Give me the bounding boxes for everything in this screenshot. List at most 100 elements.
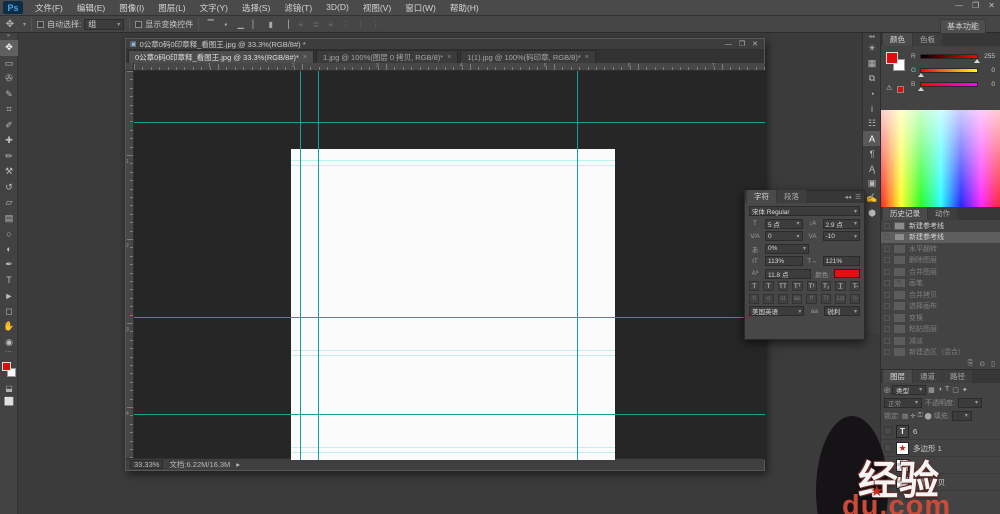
delete-state-icon[interactable]: ▯ (991, 360, 995, 368)
layer-thumbnail[interactable]: ★ (896, 442, 909, 455)
lock-icon[interactable]: ▨ (902, 412, 908, 420)
layer-name[interactable]: 6 (913, 427, 917, 436)
menu-文件(F)[interactable]: 文件(F) (28, 2, 70, 14)
history-brush-tool[interactable]: ↺ (0, 180, 18, 196)
char-style-button-Tᵀ[interactable]: Tᵀ (792, 281, 802, 291)
history-source-checkbox[interactable] (884, 269, 890, 275)
foreground-background-swatches[interactable] (0, 360, 18, 382)
web-safe-cube-swatch[interactable] (897, 86, 904, 93)
distribute-vertical-centers-icon[interactable]: ≣ (309, 18, 322, 30)
leading-field[interactable]: 2.9 点▾ (823, 219, 861, 229)
lock-icon[interactable]: ✛ (910, 412, 915, 420)
history-source-checkbox[interactable] (884, 326, 890, 332)
auto-select-checkbox[interactable] (37, 21, 44, 28)
char-style-button-TT[interactable]: TT (778, 281, 788, 291)
opentype-button-fi[interactable]: fi (749, 294, 759, 304)
channel-value[interactable]: 0 (981, 81, 995, 88)
healing-brush-tool[interactable]: ✚ (0, 133, 18, 149)
distribute-top-edges-icon[interactable]: ≡ (294, 18, 307, 30)
menu-图像(I)[interactable]: 图像(I) (112, 2, 151, 14)
show-transform-checkbox[interactable] (135, 21, 142, 28)
foreground-color-swatch[interactable] (2, 362, 11, 371)
align-right-edges-icon[interactable]: ▕ (279, 18, 292, 30)
dodge-tool[interactable]: ◐ (0, 242, 18, 258)
brush-tool[interactable]: ✏ (0, 149, 18, 165)
history-state-6[interactable]: 合并拷贝 (881, 289, 1000, 301)
channel-value[interactable]: 0 (981, 67, 995, 74)
tool-preset-caret-icon[interactable]: ▾ (23, 21, 26, 28)
layer-name[interactable]: 多边形 1 (913, 443, 942, 454)
quick-selection-tool[interactable]: ✎ (0, 87, 18, 103)
distribute-horizontal-centers-icon[interactable]: ⁞ (354, 18, 367, 30)
slider-track[interactable] (920, 82, 978, 87)
new-snapshot-icon[interactable]: ⊙ (979, 360, 985, 368)
horizontal-scale-field[interactable]: 121% (823, 256, 861, 266)
menu-编辑(E)[interactable]: 编辑(E) (70, 2, 112, 14)
eyedropper-tool[interactable]: ✐ (0, 118, 18, 134)
type-tool[interactable]: T (0, 273, 18, 289)
slider-thumb[interactable] (974, 59, 980, 63)
tracking-field[interactable]: -10▾ (823, 231, 861, 241)
history-state-7[interactable]: 选择画布 (881, 301, 1000, 313)
tab-段落[interactable]: 段落 (777, 190, 806, 203)
blend-mode-dropdown[interactable]: 正常▾ (884, 398, 922, 408)
font-family-dropdown[interactable]: 宋体 Regular▾ (749, 206, 860, 216)
char-style-button-T[interactable]: T (749, 281, 759, 291)
tab-图层[interactable]: 图层 (883, 370, 912, 383)
layer-row-0[interactable]: T6 (881, 423, 1000, 440)
3d-panel-icon[interactable]: ⬢ (863, 206, 881, 221)
crop-tool[interactable]: ⌗ (0, 102, 18, 118)
zoom-tool[interactable]: ◉ (0, 335, 18, 351)
character-panel-icon[interactable]: A (863, 131, 881, 146)
layer-thumbnail[interactable] (896, 459, 909, 472)
filter-type-icon[interactable]: ▢ (952, 386, 959, 394)
color-spectrum-ramp[interactable] (881, 110, 1000, 207)
menu-图层(L)[interactable]: 图层(L) (151, 2, 192, 14)
layer-row-1[interactable]: ★ 多边形 1 (881, 440, 1000, 457)
history-state-11[interactable]: 新建选区（混合） (881, 347, 1000, 359)
opentype-button-ff[interactable]: ff (806, 294, 816, 304)
menu-滤镜(T)[interactable]: 滤镜(T) (277, 2, 319, 14)
blur-tool[interactable]: ○ (0, 226, 18, 242)
char-style-button-T̶[interactable]: T̶ (850, 281, 860, 291)
properties-panel-icon[interactable]: ☷ (863, 116, 881, 131)
path-selection-tool[interactable]: ► (0, 288, 18, 304)
canvas-area[interactable] (134, 71, 765, 460)
history-source-checkbox[interactable] (884, 223, 890, 229)
color-slider-G[interactable]: G0 (911, 64, 999, 77)
horizontal-ruler[interactable]: 1234567 (134, 63, 765, 71)
antialias-dropdown[interactable]: 锐利▾ (824, 306, 860, 316)
kerning-field[interactable]: 0▾ (765, 231, 803, 241)
layer-search-icon[interactable]: ◎ (884, 386, 890, 394)
align-horizontal-centers-icon[interactable]: ▮ (264, 18, 277, 30)
layer-visibility-toggle[interactable] (884, 444, 892, 452)
char-style-button-T̲[interactable]: T̲ (835, 281, 845, 291)
close-icon[interactable]: ✕ (988, 1, 995, 10)
menu-视图(V)[interactable]: 视图(V) (356, 2, 398, 14)
tab-通道[interactable]: 通道 (913, 370, 942, 383)
document-title-bar[interactable]: ▣ 0公章0码0印章释_看图王.jpg @ 33.3%(RGB/8#) * —❐… (126, 39, 764, 50)
history-source-checkbox[interactable] (884, 349, 890, 355)
workspace-switcher[interactable]: 基本功能 (940, 19, 986, 34)
status-arrow-icon[interactable]: ▸ (236, 460, 240, 469)
tab-字符[interactable]: 字符 (747, 190, 776, 203)
layer-thumbnail[interactable]: T (896, 425, 909, 438)
tab-close-icon[interactable]: × (303, 54, 307, 61)
character-styles-panel-icon[interactable]: Ą (863, 161, 881, 176)
opentype-button-o[interactable]: o (763, 294, 773, 304)
baseline-shift-field[interactable]: 11.8 点 (765, 269, 811, 279)
channel-value[interactable]: 255 (981, 53, 995, 60)
history-state-10[interactable]: 减淡 (881, 335, 1000, 347)
opentype-button-1st[interactable]: 1st (835, 294, 846, 304)
document-tab-1[interactable]: 1.jpg @ 100%(图层 0 拷贝, RGB/8)*× (316, 50, 458, 63)
history-source-checkbox[interactable] (884, 303, 890, 309)
layer-row-2[interactable] (881, 457, 1000, 474)
text-color-swatch[interactable] (834, 269, 860, 278)
color-slider-R[interactable]: R255 (911, 50, 999, 63)
marquee-tool[interactable]: ▭ (0, 56, 18, 72)
tab-close-icon[interactable]: × (447, 54, 451, 61)
history-source-checkbox[interactable] (884, 257, 890, 263)
minimize-icon[interactable]: — (955, 1, 963, 10)
move-tool[interactable]: ✥ (0, 40, 18, 56)
layer-name[interactable]: 背景 拷贝 (913, 477, 945, 488)
